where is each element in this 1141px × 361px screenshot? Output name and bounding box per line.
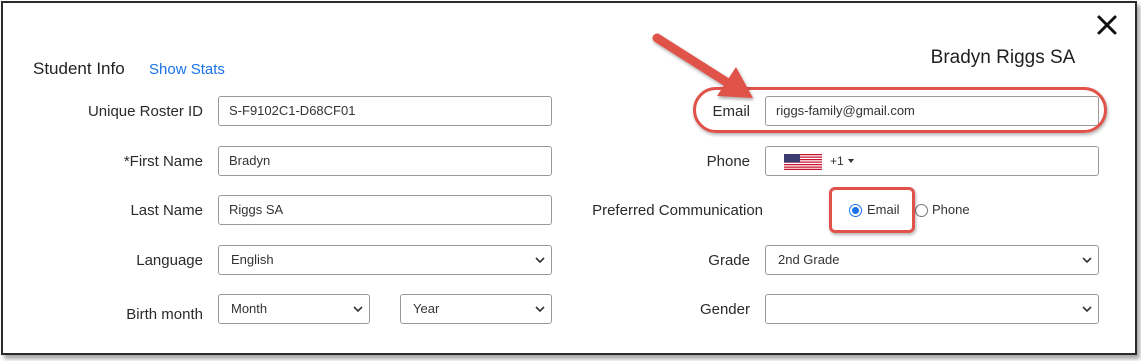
close-icon[interactable] [1095,13,1119,37]
chevron-down-icon [1082,257,1092,264]
pref-phone-radio[interactable] [915,204,928,217]
section-title: Student Info [33,59,125,78]
student-info-dialog: Bradyn Riggs SA Student Info Show Stats … [1,1,1137,355]
birth-month-select[interactable]: Month [218,294,370,324]
birth-month-label: Birth month [126,306,203,323]
last-name-label: Last Name [130,202,203,219]
chevron-down-icon [1082,306,1092,313]
phone-field[interactable]: +1 [765,146,1099,176]
us-flag-icon [784,154,822,170]
roster-id-label: Unique Roster ID [87,103,203,120]
language-select[interactable]: English [218,245,552,275]
gender-label: Gender [699,301,750,318]
first-name-label: *First Name [123,153,203,170]
email-highlight-box [693,87,1107,133]
chevron-down-icon [535,257,545,264]
language-label: Language [136,252,203,269]
grade-value: 2nd Grade [778,252,840,267]
pref-email-highlight-box [829,187,915,233]
chevron-down-icon [353,306,363,313]
gender-select[interactable] [765,294,1099,324]
birth-month-value: Month [231,301,268,316]
chevron-down-icon [535,306,545,313]
student-name-title: Bradyn Riggs SA [930,47,1076,68]
grade-select[interactable]: 2nd Grade [765,245,1099,275]
preferred-communication-label: Preferred Communication [592,202,763,219]
roster-id-field[interactable]: S-F9102C1-D68CF01 [218,96,552,126]
caret-down-icon[interactable] [848,159,854,164]
show-stats-link[interactable]: Show Stats [149,61,225,78]
birth-year-select[interactable]: Year [400,294,552,324]
birth-year-value: Year [413,301,440,316]
phone-country-code[interactable]: +1 [830,147,844,175]
grade-label: Grade [708,252,750,269]
language-value: English [231,252,274,267]
pref-phone-label[interactable]: Phone [932,202,970,217]
phone-label: Phone [706,153,750,170]
first-name-field[interactable]: Bradyn [218,146,552,176]
last-name-field[interactable]: Riggs SA [218,195,552,225]
